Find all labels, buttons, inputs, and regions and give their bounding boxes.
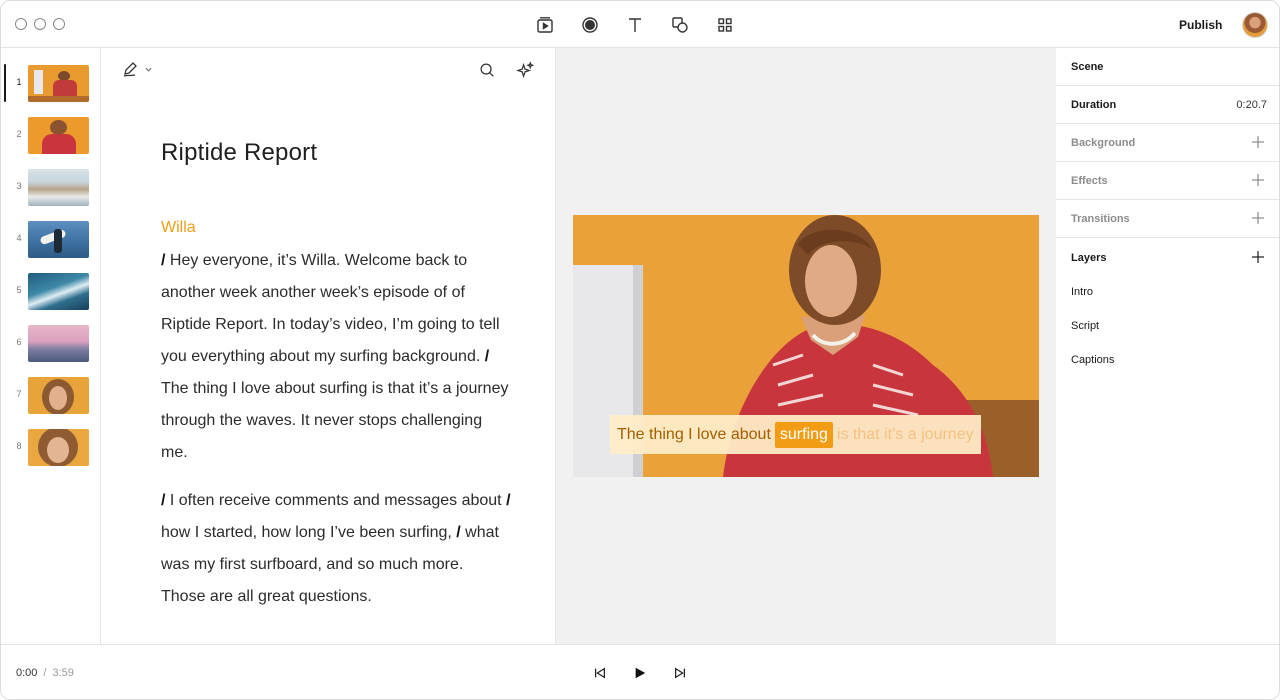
publish-button[interactable]: Publish [1179, 18, 1222, 32]
caption-upcoming-text: is that it’s a journey [836, 425, 974, 443]
top-toolbar: Publish [1, 1, 1279, 48]
grid-icon[interactable] [713, 13, 737, 37]
background-row[interactable]: Background [1056, 124, 1279, 162]
scene-number: 1 [16, 77, 22, 87]
scene-number: 7 [16, 389, 22, 399]
pen-tool-dropdown[interactable] [121, 60, 153, 78]
total-time: 3:59 [52, 667, 74, 679]
layer-item-script[interactable]: Script [1071, 320, 1099, 332]
skip-forward-icon[interactable] [671, 664, 689, 682]
layers-row: Layers [1056, 239, 1279, 277]
script-editor: Riptide Report Willa / Hey everyone, it’… [101, 48, 556, 644]
script-paragraph[interactable]: / Hey everyone, it’s Willa. Welcome back… [161, 245, 511, 469]
duration-label: Duration [1071, 99, 1117, 111]
media-icon[interactable] [533, 13, 557, 37]
duration-value[interactable]: 0:20.7 [1236, 99, 1267, 111]
scene-thumbnail [28, 377, 89, 414]
scene-thumbnail [28, 65, 89, 102]
scene-section: Scene [1056, 48, 1279, 86]
caption-overlay: The thing I love about surfing is that i… [610, 415, 981, 454]
script-text: how I started, how long I’ve been surfin… [161, 524, 457, 541]
script-text: Hey everyone, it’s Willa. Welcome back t… [161, 252, 500, 365]
caption-spoken-text: The thing I love about [617, 425, 771, 443]
transitions-label: Transitions [1071, 213, 1130, 225]
app-window: Publish 1 2 3 4 5 6 7 8 Riptide Report W… [0, 0, 1280, 700]
scene-number: 4 [16, 233, 22, 243]
transport-controls [591, 664, 689, 682]
skip-back-icon[interactable] [591, 664, 609, 682]
script-text: The thing I love about surfing is that i… [161, 380, 509, 461]
scene-item[interactable]: 1 [1, 63, 100, 103]
editor-actions [477, 60, 535, 80]
record-icon[interactable] [578, 13, 602, 37]
scene-number: 5 [16, 285, 22, 295]
chevron-down-icon [145, 67, 152, 72]
minimize-window-button[interactable] [34, 18, 46, 30]
caption-current-word: surfing [774, 421, 833, 448]
scene-thumbnail [28, 221, 89, 258]
text-icon[interactable] [623, 13, 647, 37]
script-break-marker: / [484, 348, 490, 365]
add-effect-icon[interactable] [1251, 173, 1265, 187]
time-separator: / [43, 667, 47, 679]
layer-item-captions[interactable]: Captions [1071, 354, 1114, 366]
shapes-icon[interactable] [668, 13, 692, 37]
properties-panel: Scene Duration 0:20.7 Background Effects… [1056, 48, 1279, 644]
scene-item[interactable]: 3 [1, 167, 100, 207]
scene-number: 8 [16, 441, 22, 451]
script-paragraph[interactable]: / I often receive comments and messages … [161, 485, 511, 613]
sparkle-icon[interactable] [515, 60, 535, 80]
avatar[interactable] [1242, 12, 1268, 38]
insert-tools [533, 13, 737, 37]
scene-item[interactable]: 5 [1, 271, 100, 311]
transitions-row[interactable]: Transitions [1056, 200, 1279, 238]
search-icon[interactable] [477, 60, 497, 80]
add-layer-icon[interactable] [1251, 250, 1265, 264]
current-time: 0:00 [16, 667, 38, 679]
scene-number: 3 [16, 181, 22, 191]
scene-list: 1 2 3 4 5 6 7 8 [1, 48, 101, 644]
scene-item[interactable]: 4 [1, 219, 100, 259]
add-transition-icon[interactable] [1251, 211, 1265, 225]
window-controls [15, 18, 65, 30]
scene-number: 6 [16, 337, 22, 347]
scene-item[interactable]: 8 [1, 427, 100, 467]
document-title[interactable]: Riptide Report [161, 139, 317, 167]
background-label: Background [1071, 137, 1136, 149]
layer-item-intro[interactable]: Intro [1071, 286, 1093, 298]
scene-item[interactable]: 7 [1, 375, 100, 415]
layers-label: Layers [1071, 252, 1107, 264]
scene-thumbnail [28, 117, 89, 154]
video-preview-panel: The thing I love about surfing is that i… [556, 48, 1056, 644]
effects-label: Effects [1071, 175, 1108, 187]
play-icon[interactable] [631, 664, 649, 682]
playback-bar: 0:00 / 3:59 [1, 644, 1279, 699]
scene-thumbnail [28, 273, 89, 310]
scene-thumbnail [28, 429, 89, 466]
scene-item[interactable]: 6 [1, 323, 100, 363]
maximize-window-button[interactable] [53, 18, 65, 30]
script-text: I often receive comments and messages ab… [169, 492, 507, 509]
scene-thumbnail [28, 325, 89, 362]
effects-row[interactable]: Effects [1056, 162, 1279, 200]
script-break-marker: / [456, 524, 466, 541]
close-window-button[interactable] [15, 18, 27, 30]
pen-icon [123, 62, 137, 77]
scene-thumbnail [28, 169, 89, 206]
script-break-marker: / [506, 492, 511, 509]
scene-heading: Scene [1071, 61, 1104, 73]
scene-number: 2 [16, 129, 22, 139]
duration-row[interactable]: Duration 0:20.7 [1056, 86, 1279, 124]
speaker-name[interactable]: Willa [161, 219, 196, 237]
scene-item[interactable]: 2 [1, 115, 100, 155]
video-frame[interactable]: The thing I love about surfing is that i… [573, 215, 1039, 477]
script-break-marker: / [161, 252, 170, 269]
playback-time: 0:00 / 3:59 [16, 667, 74, 679]
add-background-icon[interactable] [1251, 135, 1265, 149]
script-break-marker: / [161, 492, 170, 509]
